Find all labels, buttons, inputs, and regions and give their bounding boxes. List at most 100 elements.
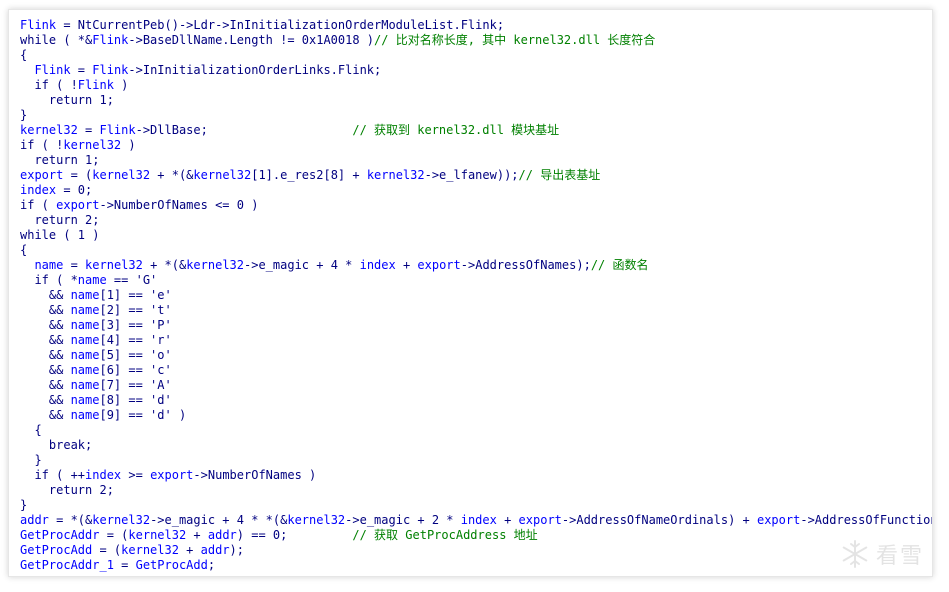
code-line[interactable]: { (20, 243, 932, 258)
code-line[interactable]: && name[7] == 'A' (20, 378, 932, 393)
code-line[interactable]: while ( *&Flink->BaseDllName.Length != 0… (20, 33, 932, 48)
code-variable[interactable]: kernel32 (121, 543, 179, 557)
watermark: 看雪 (840, 538, 924, 570)
code-line[interactable]: && name[2] == 't' (20, 303, 932, 318)
code-line[interactable]: { (20, 423, 932, 438)
code-variable[interactable]: GetProcAddr (20, 528, 99, 542)
code-line[interactable]: && name[1] == 'e' (20, 288, 932, 303)
code-line[interactable]: } (20, 498, 932, 513)
pseudocode-view[interactable]: Flink = NtCurrentPeb()->Ldr->InInitializ… (20, 18, 932, 573)
code-variable[interactable]: kernel32 (92, 513, 150, 527)
code-variable[interactable]: index (461, 513, 497, 527)
code-text: ->DllBase; (135, 123, 353, 137)
code-variable[interactable]: index (360, 258, 396, 272)
code-text: break; (20, 438, 93, 452)
code-variable[interactable]: name (71, 348, 100, 362)
code-variable[interactable]: kernel32 (287, 513, 345, 527)
code-line[interactable]: if ( !Flink ) (20, 78, 932, 93)
code-line[interactable]: Flink = Flink->InInitializationOrderLink… (20, 63, 932, 78)
snowflake-icon (840, 539, 870, 569)
code-line[interactable]: && name[9] == 'd' ) (20, 408, 932, 423)
code-line[interactable]: Flink = NtCurrentPeb()->Ldr->InInitializ… (20, 18, 932, 33)
code-variable[interactable]: name (71, 333, 100, 347)
code-variable[interactable]: name (71, 408, 100, 422)
code-variable[interactable]: export (757, 513, 800, 527)
code-line[interactable]: return 1; (20, 93, 932, 108)
code-line[interactable]: && name[3] == 'P' (20, 318, 932, 333)
code-line[interactable]: name = kernel32 + *(&kernel32->e_magic +… (20, 258, 932, 273)
code-variable[interactable]: kernel32 (367, 168, 425, 182)
code-variable[interactable]: Flink (78, 78, 114, 92)
code-variable[interactable]: kernel32 (186, 258, 244, 272)
code-line[interactable]: && name[5] == 'o' (20, 348, 932, 363)
code-line[interactable]: && name[8] == 'd' (20, 393, 932, 408)
code-variable[interactable]: addr (201, 543, 230, 557)
code-viewer-window: Flink = NtCurrentPeb()->Ldr->InInitializ… (8, 9, 933, 577)
code-line[interactable]: && name[6] == 'c' (20, 363, 932, 378)
code-variable[interactable]: export (20, 168, 63, 182)
code-variable[interactable]: Flink (20, 18, 56, 32)
code-line[interactable]: export = (kernel32 + *(&kernel32[1].e_re… (20, 168, 932, 183)
code-variable[interactable]: name (78, 273, 107, 287)
code-variable[interactable]: name (34, 258, 63, 272)
code-variable[interactable]: export (417, 258, 460, 272)
code-variable[interactable]: GetProcAddr_1 (20, 558, 114, 572)
code-text: ->NumberOfNames <= 0 ) (99, 198, 259, 212)
code-line[interactable]: index = 0; (20, 183, 932, 198)
code-variable[interactable]: Flink (99, 123, 135, 137)
code-text: ->AddressOfNameOrdinals) + (561, 513, 757, 527)
code-text: + (178, 543, 201, 557)
code-text: ->e_magic + 2 * (345, 513, 461, 527)
code-text: = NtCurrentPeb()->Ldr->InInitializationO… (56, 18, 505, 32)
code-variable[interactable]: kernel32 (85, 258, 143, 272)
code-line[interactable]: return 1; (20, 153, 932, 168)
code-line[interactable]: if ( !kernel32 ) (20, 138, 932, 153)
code-line[interactable]: return 2; (20, 213, 932, 228)
code-variable[interactable]: kernel32 (193, 168, 251, 182)
code-text: = *(& (48, 513, 93, 527)
code-variable[interactable]: Flink (92, 33, 128, 47)
code-line[interactable]: if ( *name == 'G' (20, 273, 932, 288)
code-variable[interactable]: name (71, 363, 100, 377)
code-variable[interactable]: name (71, 318, 100, 332)
code-line[interactable]: GetProcAddr_1 = GetProcAdd; (20, 558, 932, 573)
code-variable[interactable]: kernel32 (63, 138, 121, 152)
code-comment: // 比对名称长度, 其中 kernel32.dll 长度符合 (374, 33, 656, 47)
code-variable[interactable]: GetProcAdd (136, 558, 208, 572)
code-variable[interactable]: export (519, 513, 562, 527)
code-line[interactable]: } (20, 453, 932, 468)
code-variable[interactable]: Flink (34, 63, 70, 77)
code-line[interactable]: GetProcAdd = (kernel32 + addr); (20, 543, 932, 558)
code-line[interactable]: { (20, 48, 932, 63)
code-line[interactable]: GetProcAddr = (kernel32 + addr) == 0; //… (20, 528, 932, 543)
code-variable[interactable]: name (71, 288, 100, 302)
code-line[interactable]: return 2; (20, 483, 932, 498)
code-variable[interactable]: name (71, 303, 100, 317)
code-variable[interactable]: index (20, 183, 56, 197)
code-text: ->NumberOfNames ) (193, 468, 317, 482)
code-line[interactable]: && name[4] == 'r' (20, 333, 932, 348)
code-variable[interactable]: export (56, 198, 99, 212)
code-line[interactable]: if ( export->NumberOfNames <= 0 ) (20, 198, 932, 213)
code-line[interactable]: if ( ++index >= export->NumberOfNames ) (20, 468, 932, 483)
code-variable[interactable]: kernel32 (128, 528, 186, 542)
code-line[interactable]: kernel32 = Flink->DllBase; // 获取到 kernel… (20, 123, 932, 138)
code-text: [5] == 'o' (99, 348, 172, 362)
code-line[interactable]: } (20, 108, 932, 123)
code-variable[interactable]: kernel32 (20, 123, 78, 137)
code-line[interactable]: break; (20, 438, 932, 453)
code-variable[interactable]: GetProcAdd (20, 543, 92, 557)
code-variable[interactable]: name (71, 393, 100, 407)
code-variable[interactable]: Flink (92, 63, 128, 77)
code-variable[interactable]: addr (208, 528, 237, 542)
code-variable[interactable]: name (71, 378, 100, 392)
code-variable[interactable]: export (150, 468, 193, 482)
code-line[interactable]: while ( 1 ) (20, 228, 932, 243)
code-variable[interactable]: index (85, 468, 121, 482)
code-variable[interactable]: addr (20, 513, 49, 527)
code-line[interactable]: addr = *(&kernel32->e_magic + 4 * *(&ker… (20, 513, 932, 528)
code-text: while ( 1 ) (20, 228, 100, 242)
code-text: if ( ! (20, 78, 78, 92)
code-variable[interactable]: kernel32 (92, 168, 150, 182)
